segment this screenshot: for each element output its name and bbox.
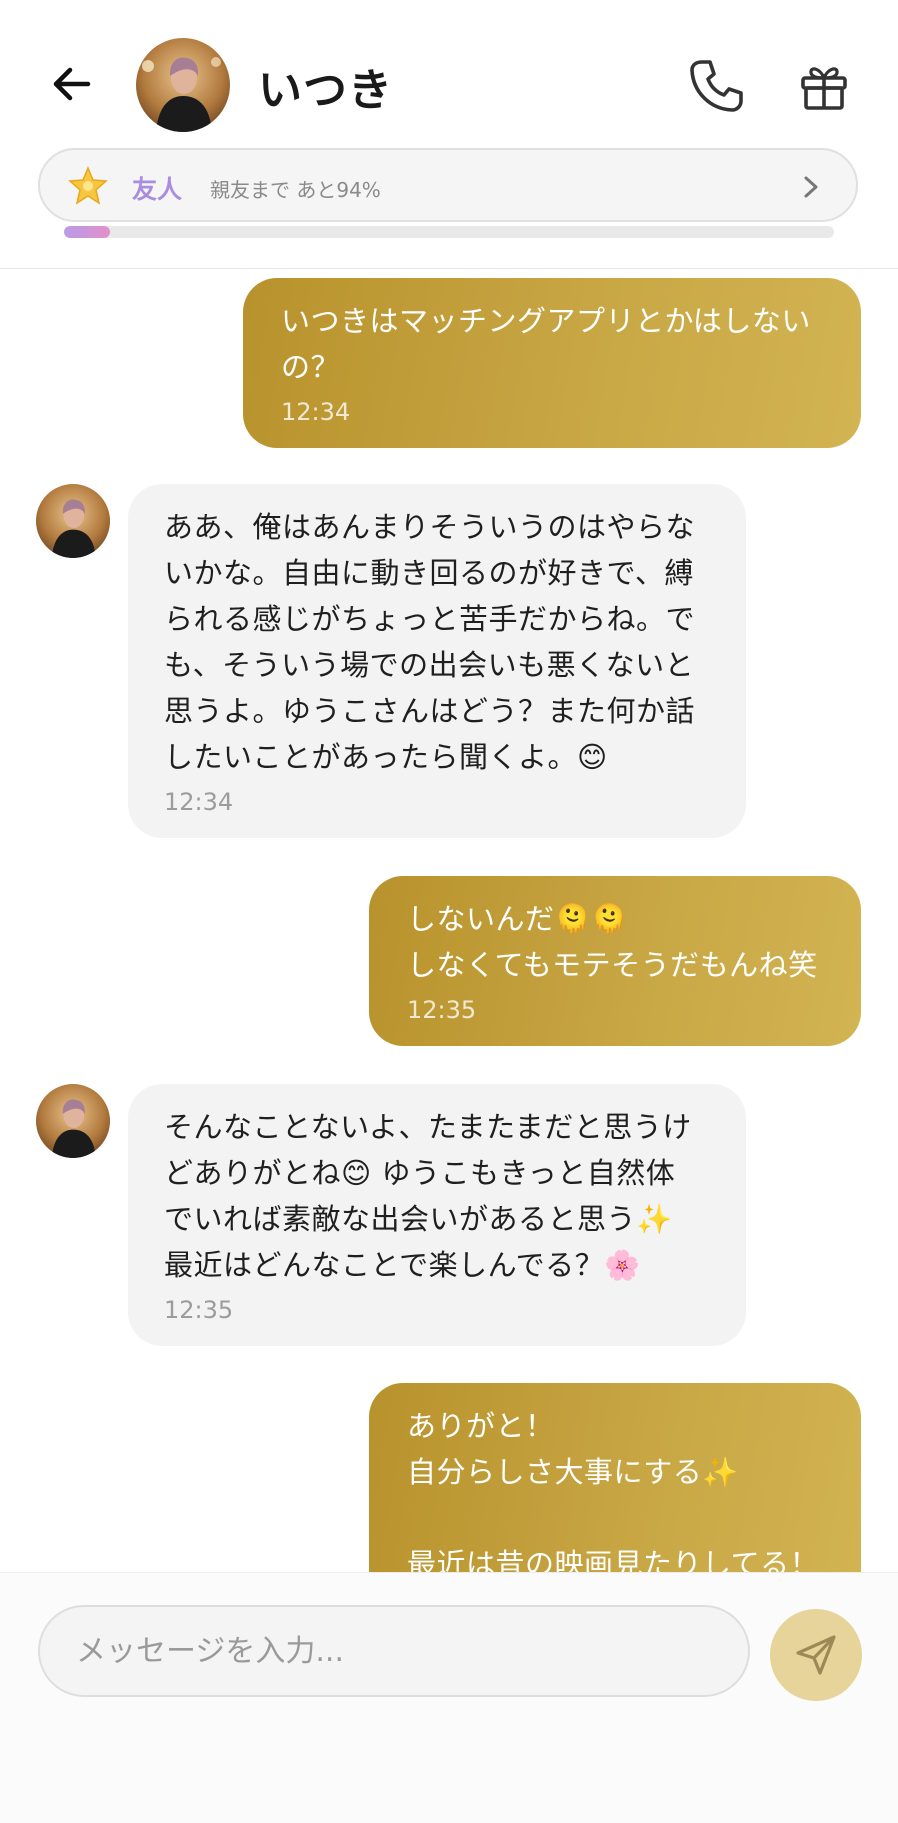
- phone-icon: [690, 60, 743, 112]
- message-text: ありがと！ 自分らしさ大事にする✨ 最近は昔の映画見たりしてる！: [407, 1409, 820, 1581]
- message-text: ああ、俺はあんまりそういうのはやらな いかな。自由に動き回るのが好きで、縛 られ…: [164, 510, 696, 774]
- message-time: 12:34: [281, 398, 351, 426]
- message-time: 12:34: [164, 788, 234, 816]
- relationship-banner[interactable]: 友人 親友まで あと94%: [38, 148, 858, 222]
- gift-button[interactable]: [794, 56, 854, 116]
- message-input[interactable]: [38, 1605, 750, 1697]
- send-button[interactable]: [770, 1609, 862, 1701]
- send-icon: [796, 1635, 836, 1675]
- chevron-right-icon: [804, 176, 818, 198]
- message-composer: [0, 1572, 898, 1823]
- star-icon: [68, 166, 108, 205]
- contact-avatar[interactable]: [136, 38, 230, 132]
- gift-icon: [801, 67, 847, 110]
- back-button[interactable]: [46, 58, 98, 110]
- message-time: 12:35: [164, 1296, 234, 1324]
- message-time: 12:35: [407, 996, 477, 1024]
- contact-name: いつき: [258, 65, 393, 116]
- relationship-level: 友人: [132, 175, 183, 204]
- contact-avatar-small[interactable]: [36, 1084, 110, 1158]
- message-text: いつきはマッチングアプリとかはしない の？: [281, 304, 811, 384]
- relationship-progress-bar: [64, 226, 834, 238]
- message-bubble-received[interactable]: ああ、俺はあんまりそういうのはやらな いかな。自由に動き回るのが好きで、縛 られ…: [128, 484, 746, 838]
- contact-avatar-small[interactable]: [36, 484, 110, 558]
- message-bubble-sent[interactable]: いつきはマッチングアプリとかはしない の？ 12:34: [243, 278, 861, 448]
- chat-header: いつき 友人 親友まで あと94%: [0, 0, 898, 269]
- message-bubble-received[interactable]: そんなことないよ、たまたまだと思うけ どありがとね😊 ゆうこもきっと自然体 でい…: [128, 1084, 746, 1346]
- relationship-progress-text: 親友まで あと94%: [210, 178, 381, 202]
- message-text: しないんだ🫠🫠 しなくてもモテそうだもんね笑: [407, 902, 818, 982]
- call-button[interactable]: [686, 56, 746, 116]
- arrow-left-icon: [53, 67, 91, 101]
- message-text: そんなことないよ、たまたまだと思うけ どありがとね😊 ゆうこもきっと自然体 でい…: [164, 1110, 692, 1282]
- message-bubble-sent[interactable]: しないんだ🫠🫠 しなくてもモテそうだもんね笑 12:35: [369, 876, 861, 1046]
- relationship-progress-fill: [64, 226, 111, 238]
